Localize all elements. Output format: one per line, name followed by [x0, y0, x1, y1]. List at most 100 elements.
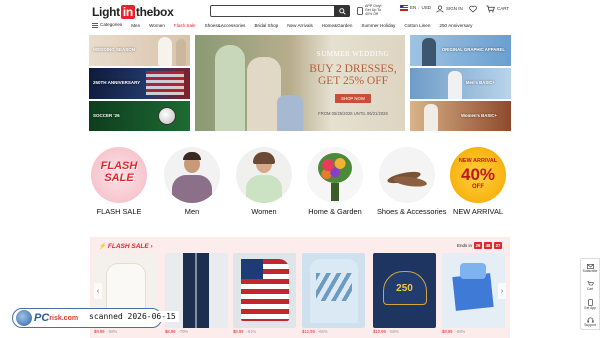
category-label: Shoes & Accessories [377, 207, 447, 216]
wishlist-button[interactable] [469, 5, 477, 13]
banner-womens-basic[interactable]: Women's BASIC+ [410, 101, 511, 131]
search-icon [338, 7, 346, 15]
product-card[interactable]: 250 [373, 253, 436, 328]
category-women[interactable]: Women [234, 147, 294, 216]
logo-text-in: in [120, 5, 135, 19]
product-price: $8.99 -61% [233, 329, 257, 334]
banner-mens-basic[interactable]: Men's BASIC+ [410, 68, 511, 99]
new-arrival-badge-percent: 40% [460, 165, 496, 184]
nav-summer-holiday[interactable]: Summer Holiday [361, 23, 395, 28]
currency-label: USD [421, 4, 432, 10]
banner-wedding-season[interactable]: WEDDING SEASON [89, 35, 190, 66]
menu-icon [92, 22, 98, 28]
lightning-icon: ⚡ [98, 243, 107, 250]
product-price: $9.99 -58% [94, 329, 118, 334]
hat-print-text: 250 [396, 283, 413, 294]
banner-label: Men's BASIC+ [465, 80, 495, 85]
category-flash-sale[interactable]: FLASH SALE FLASH SALE [89, 147, 149, 216]
men-image [164, 147, 220, 203]
watermark-brand: PC [34, 312, 50, 324]
site-logo[interactable]: Light in thebox [92, 4, 174, 20]
timer-hours: 26 [474, 242, 482, 249]
flash-sale-badge-text: FLASH SALE [100, 160, 138, 184]
banner-label: 250TH ANNIVERSARY [93, 80, 141, 85]
new-arrival-badge-text: NEW ARRIVAL [458, 158, 498, 164]
banner-label: ORIGINAL GRAPHIC APPAREL [441, 47, 505, 52]
countdown-timer: Ends in 26 48 27 [457, 242, 502, 249]
banner-label: Women's BASIC+ [461, 113, 497, 118]
logo-text-thebox: thebox [135, 5, 174, 19]
hero-banner-summer-wedding[interactable]: SUMMER WEDDING BUY 2 DRESSES, GET 25% OF… [195, 35, 405, 131]
nav-flash-sale[interactable]: Flash Sale [174, 23, 196, 28]
flag-icon [400, 5, 408, 11]
timer-seconds: 27 [494, 242, 502, 249]
banner-250th-anniversary[interactable]: 250TH ANNIVERSARY [89, 68, 190, 99]
ends-in-label: Ends in [456, 243, 472, 248]
home-garden-image [307, 147, 363, 203]
hero-offer-line1: BUY 2 DRESSES, [309, 63, 397, 75]
watermark-brand-suffix: risk.com [49, 314, 79, 322]
product-card[interactable] [302, 253, 365, 328]
nav-new-arrivals[interactable]: New Arrivals [287, 23, 313, 28]
main-nav: Categories Men Women Flash Sale Shoes&Ac… [92, 21, 481, 29]
language-label: EN [410, 4, 417, 10]
product-price: $10.99 -59% [373, 329, 399, 334]
shoes-image [379, 147, 435, 203]
chevron-right-icon: › [150, 243, 153, 250]
sign-in-link[interactable]: SIGN IN [436, 5, 463, 13]
product-price: $8.99 -58% [442, 329, 466, 334]
user-icon [436, 5, 444, 13]
app-promo-text: APP Only! Get Up To 40% Off [365, 4, 382, 16]
nav-men[interactable]: Men [131, 23, 140, 28]
phone-icon [357, 7, 363, 15]
flash-sale-badge: FLASH SALE [91, 147, 147, 203]
nav-cotton-linen[interactable]: Cotton Linen [404, 23, 430, 28]
shop-now-button[interactable]: SHOP NOW [335, 94, 371, 103]
scan-date-stamp: scanned 2026-06-15 [86, 311, 179, 322]
carousel-next-button[interactable]: › [498, 283, 506, 299]
banner-label: SOCCER '26 [93, 113, 120, 118]
nav-home-garden[interactable]: Home&Garden [322, 23, 353, 28]
cart-icon [486, 5, 495, 13]
side-tool-label: Support [584, 323, 596, 327]
category-label: NEW ARRIVAL [453, 207, 503, 216]
product-price: $8.99 -79% [165, 329, 189, 334]
category-label: FLASH SALE [96, 207, 142, 216]
app-promo[interactable]: APP Only! Get Up To 40% Off [357, 4, 387, 17]
hero-dates: FROM 05/25/2026 UNTIL 06/21/2026 [318, 111, 388, 116]
product-card[interactable] [233, 253, 296, 328]
get-app-button[interactable]: Get App [581, 295, 599, 313]
timer-minutes: 48 [484, 242, 492, 249]
side-cart-button[interactable]: Cart [581, 277, 599, 295]
subscribe-button[interactable]: Subscribe [581, 259, 599, 277]
category-home-garden[interactable]: Home & Garden [305, 147, 365, 216]
nav-women[interactable]: Women [149, 23, 165, 28]
support-button[interactable]: Support [581, 313, 599, 331]
language-currency-selector[interactable]: EN / USD [400, 5, 431, 11]
carousel-prev-button[interactable]: ‹ [94, 283, 102, 299]
women-image [236, 147, 292, 203]
flash-sale-title[interactable]: ⚡ FLASH SALE › [98, 242, 153, 250]
new-arrival-badge: NEW ARRIVAL 40% OFF [450, 147, 506, 203]
cart-link[interactable]: CART [486, 5, 509, 13]
side-tool-label: Get App [584, 305, 596, 310]
banner-original-graphic-apparel[interactable]: ORIGINAL GRAPHIC APPAREL [410, 35, 511, 66]
phone-icon [587, 298, 593, 306]
cart-label: CART [497, 5, 510, 11]
category-label: Women [251, 207, 277, 216]
category-new-arrival[interactable]: NEW ARRIVAL 40% OFF NEW ARRIVAL [448, 147, 508, 216]
search-button[interactable] [334, 5, 350, 17]
new-arrival-badge-off: OFF [472, 184, 484, 190]
side-tool-label: Subscribe [582, 268, 598, 273]
search-input[interactable] [210, 5, 350, 17]
nav-250-anniversary[interactable]: 250 Anniversary [439, 23, 472, 28]
hero-title: SUMMER WEDDING [316, 50, 390, 58]
category-shoes-accessories[interactable]: Shoes & Accessories [377, 147, 447, 216]
nav-categories[interactable]: Categories [92, 22, 122, 28]
product-card[interactable] [442, 253, 505, 328]
banner-soccer-26[interactable]: SOCCER '26 [89, 101, 190, 131]
nav-bridal-shop[interactable]: Bridal Shop [254, 23, 278, 28]
nav-shoes-accessories[interactable]: Shoes&Accessories [205, 23, 246, 28]
banner-label: WEDDING SEASON [93, 47, 136, 52]
category-men[interactable]: Men [162, 147, 222, 216]
